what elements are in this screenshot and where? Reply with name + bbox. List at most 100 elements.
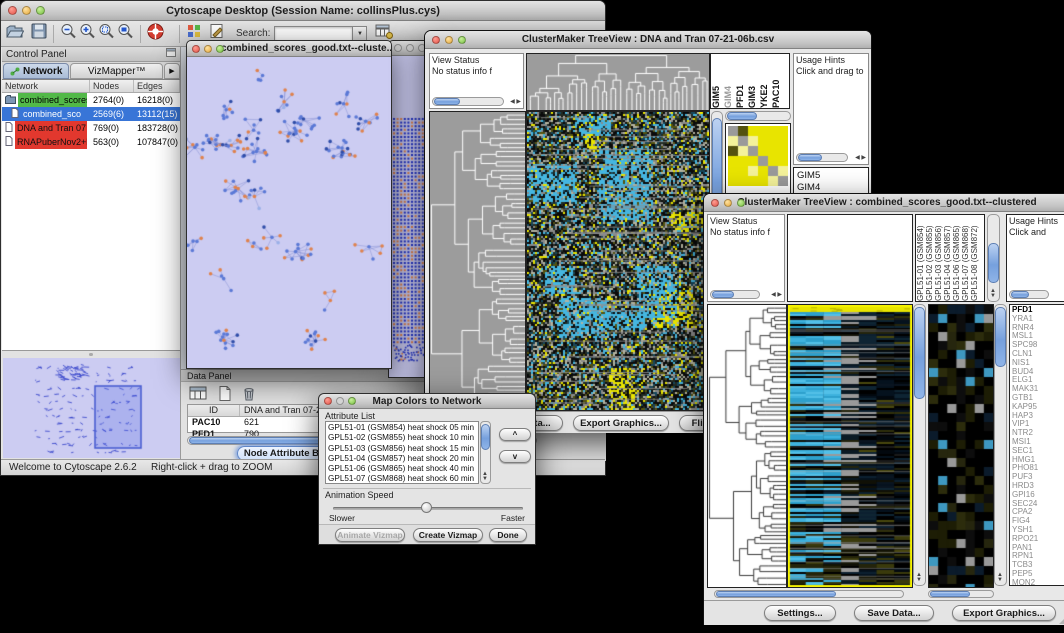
- zoomview-vscrollbar[interactable]: ▲▼: [994, 304, 1007, 586]
- export-graphics-button[interactable]: Export Graphics...: [573, 415, 669, 431]
- export-graphics-button[interactable]: Export Graphics...: [952, 605, 1056, 621]
- gene-label[interactable]: MAK31: [1012, 385, 1064, 394]
- network-table-row[interactable]: DNA and Tran 07769(0)183728(0): [2, 121, 180, 135]
- slider-thumb[interactable]: [421, 502, 432, 513]
- attribute-item[interactable]: GPL51-03 (GSM856) heat shock 15 min: [328, 444, 476, 454]
- close-button[interactable]: [8, 6, 17, 15]
- heatmap-zoom-canvas[interactable]: [928, 304, 994, 588]
- zoom-out-icon[interactable]: [59, 22, 78, 45]
- column-label[interactable]: GPL51-07 (GSM868): [961, 215, 970, 301]
- close-button[interactable]: [394, 44, 402, 52]
- zoom-in-icon[interactable]: [78, 22, 97, 45]
- gene-label[interactable]: SPC98: [1012, 341, 1064, 350]
- column-label[interactable]: GIM3: [747, 54, 759, 108]
- search-dropdown-arrow-icon[interactable]: ▼: [352, 26, 367, 41]
- save-icon[interactable]: [30, 22, 48, 45]
- help-lifering-icon[interactable]: [146, 22, 165, 46]
- gene-label[interactable]: PHO81: [1012, 464, 1064, 473]
- scroll-arrows-icon[interactable]: ◀ ▶: [510, 100, 521, 105]
- gene-label[interactable]: YSH1: [1012, 526, 1064, 535]
- gene-label[interactable]: HRD3: [1012, 482, 1064, 491]
- minimize-button[interactable]: [724, 199, 732, 207]
- float-panel-icon[interactable]: [166, 48, 176, 60]
- minimize-button[interactable]: [445, 36, 453, 44]
- gene-label[interactable]: TCB3: [1012, 561, 1064, 570]
- attribute-item[interactable]: GPL51-01 (GSM854) heat shock 05 min: [328, 423, 476, 433]
- gene-label[interactable]: GIM5: [797, 170, 865, 182]
- gene-label[interactable]: PUF3: [1012, 473, 1064, 482]
- tab-overflow-arrow[interactable]: ▶: [164, 63, 180, 79]
- move-down-button[interactable]: v: [499, 450, 531, 463]
- gene-label[interactable]: PEP5: [1012, 570, 1064, 579]
- minimize-button[interactable]: [406, 44, 414, 52]
- usage-hints-scrollbar[interactable]: [1009, 290, 1049, 299]
- close-button[interactable]: [324, 397, 332, 405]
- network-canvas-1[interactable]: [187, 57, 391, 368]
- attribute-item[interactable]: GPL51-02 (GSM855) heat shock 10 min: [328, 433, 476, 443]
- resize-grip[interactable]: [1059, 614, 1064, 624]
- minimize-button[interactable]: [336, 397, 344, 405]
- scroll-arrows-icon[interactable]: ◀ ▶: [855, 156, 866, 161]
- gene-label[interactable]: YRA1: [1012, 315, 1064, 324]
- column-label[interactable]: GPL51-06 (GSM865): [952, 215, 961, 301]
- gene-label[interactable]: MSI1: [1012, 438, 1064, 447]
- gene-label[interactable]: GTB1: [1012, 394, 1064, 403]
- main-titlebar[interactable]: Cytoscape Desktop (Session Name: collins…: [1, 1, 605, 21]
- row-dendrogram-canvas[interactable]: [707, 304, 787, 588]
- open-file-icon[interactable]: [5, 22, 24, 45]
- zoom-button[interactable]: [737, 199, 745, 207]
- column-label[interactable]: GPL51-01 (GSM854): [916, 215, 925, 301]
- bottom-hscrollbar-2[interactable]: [928, 590, 994, 598]
- zoom-button[interactable]: [216, 45, 224, 53]
- column-label[interactable]: GIM4: [723, 54, 735, 108]
- view-status-scrollbar[interactable]: [710, 290, 760, 299]
- gene-label[interactable]: SEC1: [1012, 447, 1064, 456]
- zoom-button[interactable]: [36, 6, 45, 15]
- labels-vscrollbar[interactable]: ▲▼: [987, 214, 1000, 302]
- column-label[interactable]: YKE2: [759, 54, 771, 108]
- gene-label[interactable]: CPA2: [1012, 508, 1064, 517]
- col-header-id[interactable]: ID: [188, 405, 240, 416]
- minimize-button[interactable]: [204, 45, 212, 53]
- zoomview-hscrollbar[interactable]: [725, 111, 791, 121]
- attribute-item[interactable]: GPL51-07 (GSM868) heat shock 60 min: [328, 474, 476, 484]
- gene-label[interactable]: PFD1: [1012, 306, 1064, 315]
- column-label[interactable]: GPL51-03 (GSM856): [934, 215, 943, 301]
- column-tree-area[interactable]: [787, 214, 913, 302]
- birdseye-overview-canvas[interactable]: [3, 358, 180, 458]
- gene-label[interactable]: HMG1: [1012, 456, 1064, 465]
- heatmap-global-canvas[interactable]: [787, 304, 913, 588]
- zoom-selected-icon[interactable]: [97, 22, 116, 45]
- tab-vizmapper[interactable]: VizMapper™: [70, 63, 163, 79]
- column-label[interactable]: PAC10: [771, 54, 783, 108]
- gene-label[interactable]: GPI16: [1012, 491, 1064, 500]
- column-label[interactable]: GPL51-02 (GSM855): [925, 215, 934, 301]
- column-dendrogram-canvas[interactable]: [526, 53, 710, 111]
- gene-label[interactable]: RNR4: [1012, 324, 1064, 333]
- column-label[interactable]: GPL51-08 (GSM872): [970, 215, 979, 301]
- attribute-item[interactable]: GPL51-06 (GSM865) heat shock 40 min: [328, 464, 476, 474]
- move-up-button[interactable]: ^: [499, 428, 531, 441]
- attribute-item[interactable]: GPL51-04 (GSM857) heat shock 20 min: [328, 454, 476, 464]
- gene-label[interactable]: VIP1: [1012, 420, 1064, 429]
- network-table-row[interactable]: RNAPuberNov2+l563(0)107847(0): [2, 135, 180, 149]
- gene-label[interactable]: NIS1: [1012, 359, 1064, 368]
- settings-button[interactable]: Settings...: [764, 605, 836, 621]
- heatmap-vscrollbar[interactable]: ▲▼: [913, 304, 926, 586]
- create-vizmap-button[interactable]: Create Vizmap: [413, 528, 483, 542]
- heatmap-zoom-canvas[interactable]: [728, 126, 788, 186]
- save-data-button[interactable]: Save Data...: [854, 605, 934, 621]
- gene-label[interactable]: NTR2: [1012, 429, 1064, 438]
- gene-label[interactable]: FIG4: [1012, 517, 1064, 526]
- usage-hints-scrollbar[interactable]: [796, 153, 848, 162]
- gene-label[interactable]: SEC24: [1012, 500, 1064, 509]
- tab-network[interactable]: Network: [3, 63, 69, 79]
- column-label[interactable]: GPL51-04 (GSM857): [943, 215, 952, 301]
- close-button[interactable]: [432, 36, 440, 44]
- gene-label[interactable]: MON2: [1012, 579, 1064, 586]
- close-button[interactable]: [192, 45, 200, 53]
- zoom-button[interactable]: [458, 36, 466, 44]
- attribute-list-scrollbar[interactable]: ▲▼: [480, 421, 491, 484]
- gene-label[interactable]: BUD4: [1012, 368, 1064, 377]
- heatmap-global-canvas[interactable]: [526, 111, 710, 411]
